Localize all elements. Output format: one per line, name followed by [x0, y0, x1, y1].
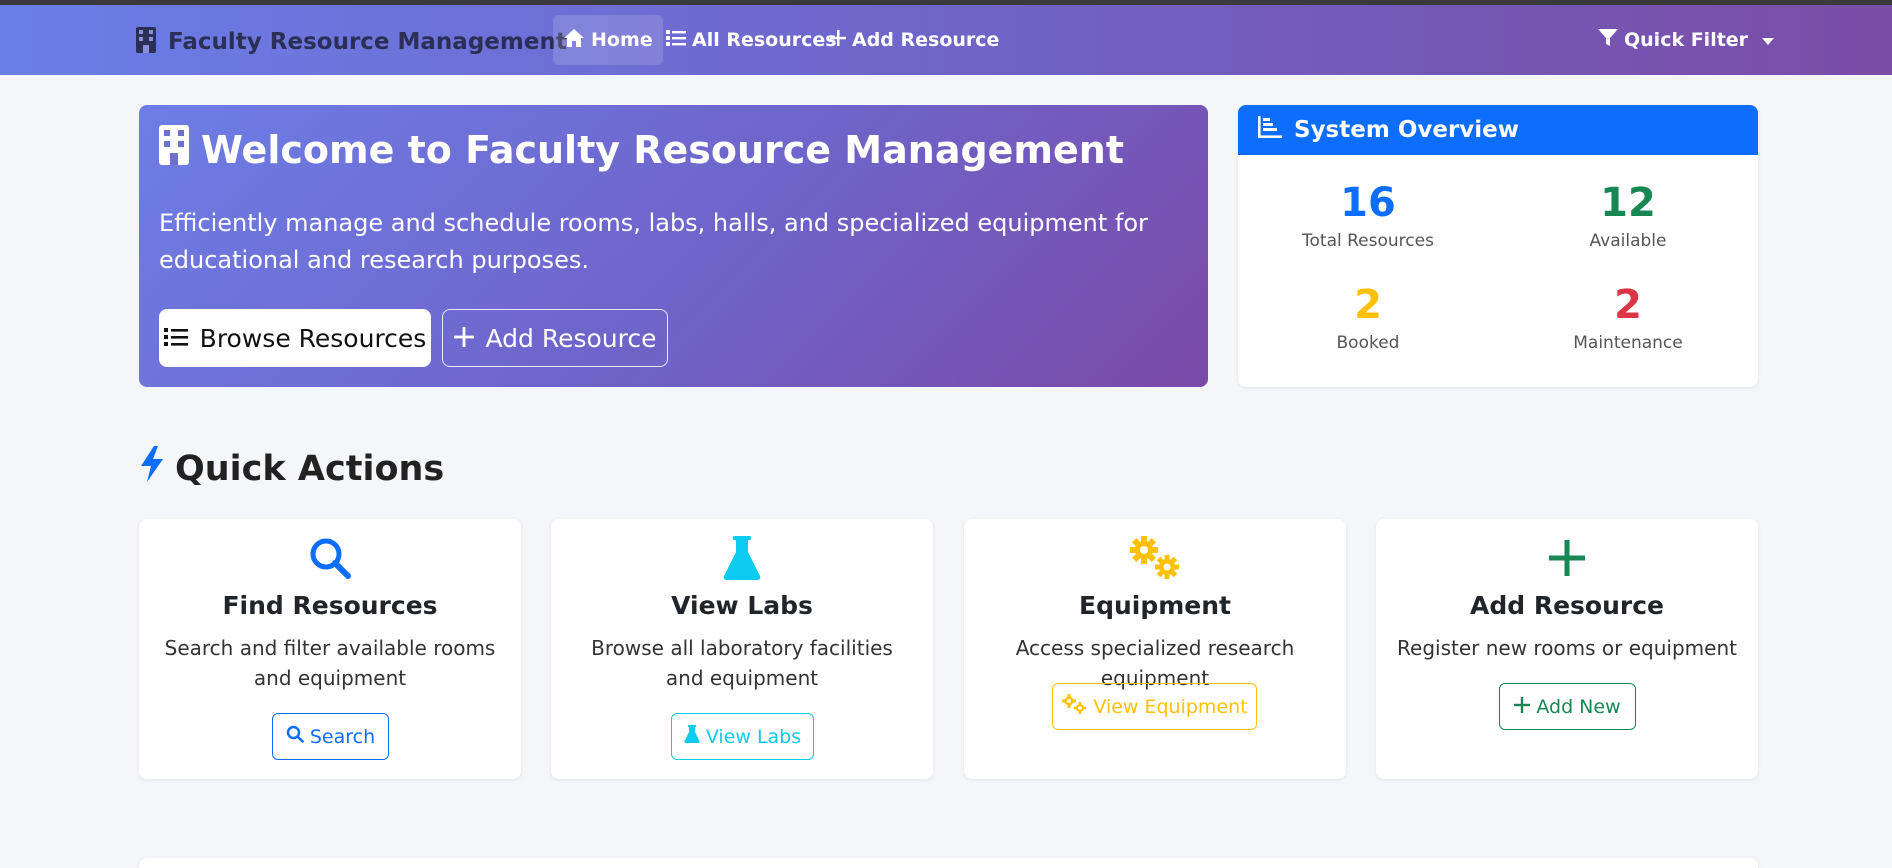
card-add-resource-title: Add Resource: [1469, 591, 1664, 620]
plus-icon: [1514, 696, 1531, 718]
stat-total-resources-label: Total Resources: [1302, 231, 1434, 251]
card-add-resource-description: Register new rooms or equipment: [1397, 636, 1737, 660]
chart-bar-icon: [1258, 116, 1282, 144]
flask-icon: [684, 725, 700, 748]
filter-icon: [1598, 28, 1618, 52]
nav-add-resource[interactable]: Add Resource: [820, 15, 1009, 65]
view-labs-button-label: View Labs: [705, 725, 802, 748]
stat-available-value: 12: [1600, 180, 1656, 226]
navbar: Faculty Resource Management Home All Res…: [0, 5, 1892, 75]
stat-booked-value: 2: [1354, 282, 1382, 328]
flask-icon: [723, 536, 761, 584]
stat-total-resources-value: 16: [1340, 180, 1396, 226]
quick-filter-label: Quick Filter: [1624, 29, 1749, 51]
list-icon: [163, 324, 188, 353]
quick-filter-dropdown[interactable]: Quick Filter: [1588, 15, 1784, 65]
hero-add-resource-button[interactable]: Add Resource: [442, 309, 668, 367]
quick-actions-heading: Quick Actions: [139, 446, 444, 491]
browse-resources-button[interactable]: Browse Resources: [159, 309, 431, 367]
next-section-card: [139, 858, 1758, 868]
stat-maintenance-value: 2: [1614, 282, 1642, 328]
system-overview-header: System Overview: [1238, 105, 1758, 155]
card-find-resources-title: Find Resources: [222, 591, 438, 620]
nav-home-label: Home: [591, 29, 653, 51]
nav-add-resource-label: Add Resource: [852, 29, 1000, 51]
welcome-hero: Welcome to Faculty Resource Management E…: [139, 105, 1208, 387]
plus-icon: [830, 29, 846, 51]
search-icon: [286, 725, 304, 748]
plus-icon: [1549, 540, 1585, 580]
browse-resources-label: Browse Resources: [199, 323, 427, 353]
card-add-resource: Add Resource Register new rooms or equip…: [1376, 519, 1758, 779]
view-labs-button[interactable]: View Labs: [671, 713, 814, 760]
hero-description: Efficiently manage and schedule rooms, l…: [159, 209, 1148, 274]
system-overview-title: System Overview: [1294, 117, 1520, 143]
card-equipment-title: Equipment: [1079, 591, 1231, 620]
view-equipment-button-label: View Equipment: [1093, 695, 1248, 718]
hero-title: Welcome to Faculty Resource Management: [201, 127, 1125, 172]
quick-actions-title: Quick Actions: [175, 448, 445, 489]
nav-all-resources-label: All Resources: [692, 29, 837, 51]
add-new-button[interactable]: Add New: [1499, 683, 1636, 730]
card-view-labs-description: Browse all laboratory facilities and equ…: [591, 636, 893, 690]
plus-icon: [453, 324, 474, 353]
bolt-icon: [139, 446, 165, 491]
card-view-labs-title: View Labs: [671, 591, 813, 620]
stat-booked-label: Booked: [1336, 333, 1400, 353]
navbar-brand[interactable]: Faculty Resource Management: [136, 27, 567, 57]
building-icon: [136, 27, 156, 57]
hero-add-resource-label: Add Resource: [485, 323, 657, 353]
gears-icon: [1129, 536, 1181, 584]
caret-down-icon: [1762, 29, 1775, 51]
nav-home[interactable]: Home: [553, 15, 663, 65]
home-icon: [563, 28, 585, 53]
card-find-resources-description: Search and filter available rooms and eq…: [164, 636, 496, 690]
stat-booked: 2 Booked: [1238, 281, 1498, 353]
add-new-button-label: Add New: [1536, 695, 1621, 718]
nav-all-resources[interactable]: All Resources: [656, 15, 847, 65]
stat-maintenance-label: Maintenance: [1573, 333, 1683, 353]
list-icon: [666, 29, 686, 52]
stat-maintenance: 2 Maintenance: [1498, 281, 1758, 353]
gears-icon: [1061, 694, 1087, 719]
view-equipment-button[interactable]: View Equipment: [1052, 683, 1257, 730]
card-find-resources: Find Resources Search and filter availab…: [139, 519, 521, 779]
building-icon: [159, 125, 189, 174]
system-overview-card: System Overview 16 Total Resources 12 Av…: [1238, 105, 1758, 387]
hero-title-row: Welcome to Faculty Resource Management: [159, 125, 1124, 174]
search-icon: [309, 537, 351, 583]
search-button[interactable]: Search: [272, 713, 389, 760]
brand-title: Faculty Resource Management: [168, 29, 567, 55]
stat-available-label: Available: [1589, 231, 1667, 251]
card-view-labs: View Labs Browse all laboratory faciliti…: [551, 519, 933, 779]
stat-available: 12 Available: [1498, 179, 1758, 251]
search-button-label: Search: [309, 725, 376, 748]
card-equipment: Equipment Access specialized research eq…: [964, 519, 1346, 779]
stat-total-resources: 16 Total Resources: [1238, 179, 1498, 251]
